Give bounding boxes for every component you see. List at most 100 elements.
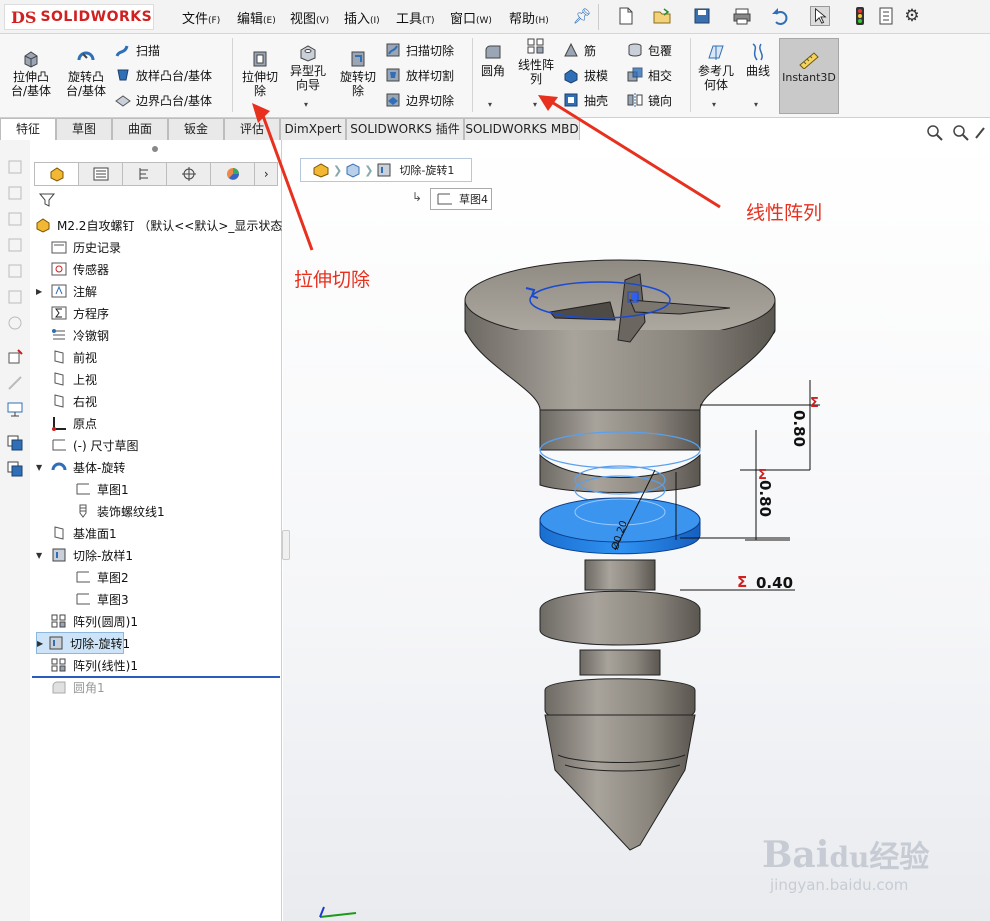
cube-view-icon[interactable] (6, 158, 24, 176)
tree-item-14[interactable]: ▼ 切除-放样1 (36, 544, 133, 566)
lofted-cut-button[interactable]: 放样切割 (384, 65, 454, 85)
menu-file[interactable]: 文件(F) (182, 8, 220, 27)
hole-wizard-button[interactable]: 异型孔 向导 (284, 42, 332, 92)
sensor-icon (51, 262, 67, 276)
tree-item-7[interactable]: 右视 (36, 390, 97, 412)
cube-view-icon[interactable] (6, 184, 24, 202)
intersect-button[interactable]: 相交 (626, 65, 672, 85)
draft-button[interactable]: 拔模 (562, 65, 608, 85)
linear-pattern-button[interactable]: 线性阵列 (514, 36, 558, 86)
filter-icon[interactable] (38, 192, 56, 208)
expand-arrow-icon[interactable]: ▶ (37, 639, 43, 648)
loft-boss-button[interactable]: 放样凸台/基体 (114, 65, 212, 85)
options-gear-icon[interactable]: ⚙ (902, 6, 922, 26)
fillet-button[interactable]: 圆角 (476, 42, 510, 78)
file-properties-icon[interactable] (876, 6, 896, 26)
dimxpert-manager-tab[interactable] (167, 163, 212, 185)
menu-window[interactable]: 窗口(W) (450, 8, 492, 27)
tree-item-9[interactable]: (-) 尺寸草图 (36, 434, 139, 456)
tree-item-13[interactable]: 基准面1 (36, 522, 117, 544)
sweep-button[interactable]: 扫描 (114, 40, 160, 60)
curves-button[interactable]: 曲线 (740, 42, 776, 78)
tree-item-5[interactable]: 前视 (36, 346, 97, 368)
tree-item-16[interactable]: 草图3 (60, 588, 129, 610)
tree-item-0[interactable]: 历史记录 (36, 236, 121, 258)
instant3d-button[interactable]: Instant3D (779, 38, 839, 114)
menu-view[interactable]: 视图(V) (290, 8, 329, 27)
copy-view-icon[interactable] (6, 434, 24, 452)
revolve-cut-button[interactable]: 旋转切除 (334, 48, 382, 98)
reference-geometry-button[interactable]: 参考几 何体 (694, 42, 738, 92)
menu-edit[interactable]: 编辑(E) (237, 8, 276, 27)
cube-view-icon[interactable] (6, 210, 24, 228)
tab-sketch[interactable]: 草图 (56, 118, 112, 140)
dimension-value-3[interactable]: 0.40 (756, 574, 793, 592)
tree-item-4[interactable]: 冷镦钢 (36, 324, 109, 346)
tree-item-2[interactable]: ▶ 注解 (36, 280, 97, 302)
tab-surfaces[interactable]: 曲面 (112, 118, 168, 140)
display-manager-tab[interactable] (211, 163, 256, 185)
tree-item-17[interactable]: 阵列(圆周)1 (36, 610, 138, 632)
tree-item-15[interactable]: 草图2 (60, 566, 129, 588)
sketch-tool-icon[interactable] (6, 348, 24, 366)
tree-item-19[interactable]: 阵列(线性)1 (36, 654, 138, 676)
zoom-to-fit-icon[interactable] (927, 125, 943, 141)
rollback-bar[interactable] (32, 676, 280, 678)
dimension-sigma-icon: Σ (810, 396, 819, 411)
menu-help[interactable]: 帮助(H) (509, 8, 549, 27)
swept-cut-button[interactable]: 扫描切除 (384, 40, 454, 60)
boundary-boss-button[interactable]: 边界凸台/基体 (114, 90, 212, 110)
zoom-area-icon[interactable] (953, 125, 969, 141)
curves-dropdown[interactable]: ▾ (754, 100, 758, 109)
display-tool-icon[interactable] (6, 400, 24, 418)
configuration-manager-tab[interactable] (123, 163, 168, 185)
tree-item-6[interactable]: 上视 (36, 368, 97, 390)
collapse-arrow-icon[interactable]: ▼ (36, 463, 46, 472)
revolve-boss-button[interactable]: 旋转凸 台/基体 (60, 48, 112, 98)
tab-sheet-metal[interactable]: 钣金 (168, 118, 224, 140)
tree-item-10[interactable]: ▼ 基体-旋转 (36, 456, 125, 478)
select-cursor-icon[interactable] (810, 6, 830, 26)
tree-item-8[interactable]: 原点 (36, 412, 97, 434)
dimension-value-1[interactable]: 0.80 (790, 410, 808, 447)
print-icon[interactable] (732, 6, 752, 26)
wrap-button[interactable]: 包覆 (626, 40, 672, 60)
smart-dimension-icon[interactable] (6, 374, 24, 392)
dimension-value-2[interactable]: 0.80 (756, 480, 774, 517)
sketch-icon (76, 571, 90, 583)
panel-grip[interactable] (152, 146, 158, 152)
menu-insert[interactable]: 插入(I) (344, 8, 380, 27)
pin-icon[interactable]: 📌︎ (572, 6, 592, 26)
cube-view-icon[interactable] (6, 314, 24, 332)
tree-root[interactable]: M2.2自攻螺钉 （默认<<默认>_显示状态 (34, 214, 282, 236)
menu-tools[interactable]: 工具(T) (396, 8, 435, 27)
tree-item-20[interactable]: 圆角1 (36, 676, 105, 698)
rebuild-traffic-light-icon[interactable] (850, 6, 870, 26)
undo-icon[interactable] (770, 6, 790, 26)
loft-boss-icon (117, 69, 129, 81)
annotation-arrows (252, 95, 721, 251)
tree-item-11[interactable]: 草图1 (60, 478, 129, 500)
previous-view-icon[interactable] (975, 127, 985, 139)
panel-splitter-handle[interactable] (282, 530, 290, 560)
feature-manager-tab[interactable] (35, 163, 80, 185)
extrude-boss-button[interactable]: 拉伸凸 台/基体 (6, 48, 56, 98)
cube-view-icon[interactable] (6, 262, 24, 280)
extrude-cut-button[interactable]: 拉伸切除 (236, 48, 284, 98)
property-manager-tab[interactable] (79, 163, 124, 185)
tree-item-1[interactable]: 传感器 (36, 258, 109, 280)
collapse-arrow-icon[interactable]: ▼ (36, 551, 46, 560)
open-folder-icon[interactable] (652, 6, 672, 26)
rib-button[interactable]: 筋 (562, 40, 596, 60)
tree-item-18[interactable]: ▶ 切除-旋转1 (36, 632, 130, 654)
tree-item-3[interactable]: 方程序 (36, 302, 109, 324)
save-icon[interactable] (692, 6, 712, 26)
cube-view-icon[interactable] (6, 288, 24, 306)
tab-features[interactable]: 特征 (0, 118, 56, 140)
screw-3d-model[interactable] (440, 250, 840, 860)
tree-item-12[interactable]: 装饰螺纹线1 (60, 500, 165, 522)
new-document-icon[interactable] (616, 6, 636, 26)
copy-view-icon[interactable] (6, 460, 24, 478)
cube-view-icon[interactable] (6, 236, 24, 254)
expand-arrow-icon[interactable]: ▶ (36, 287, 46, 296)
